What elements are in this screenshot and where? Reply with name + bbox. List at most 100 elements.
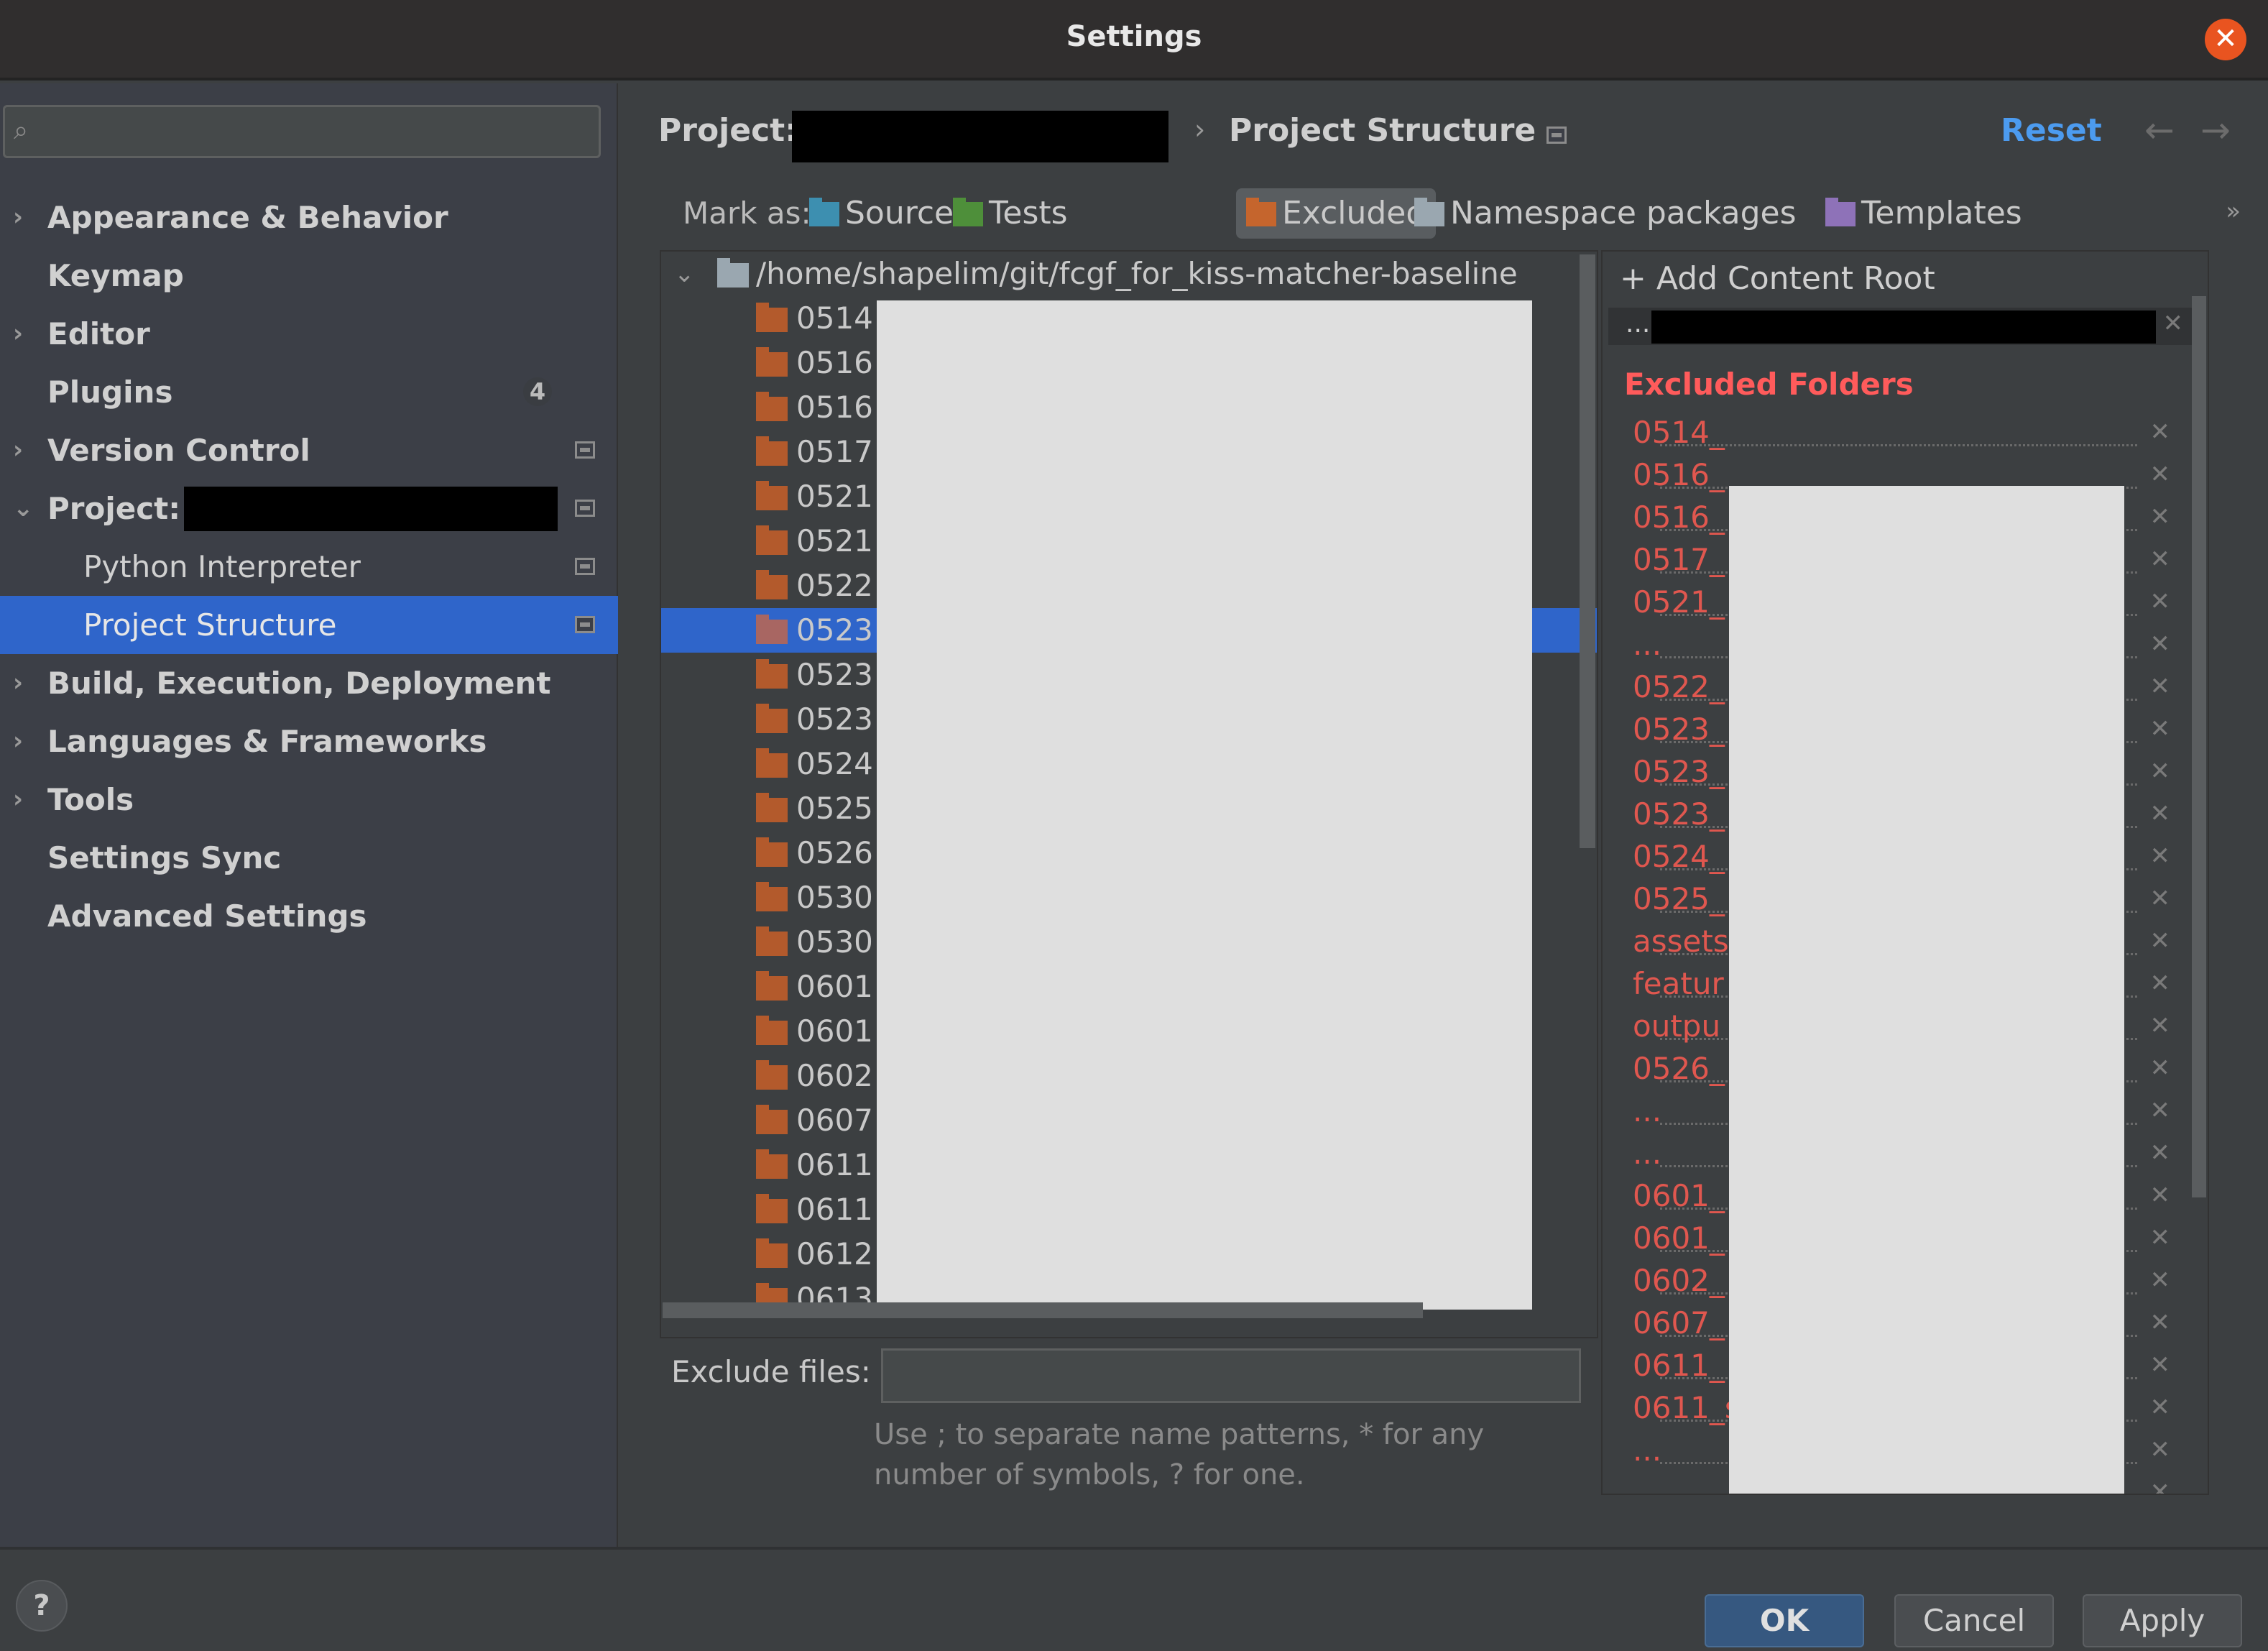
tree-folder-name: 0611: [796, 1192, 873, 1227]
sidebar-item-version-control[interactable]: › Version Control: [0, 421, 618, 479]
project-scope-icon: [575, 500, 595, 517]
tree-root-row[interactable]: ⌄ /home/shapelim/git/fcgf_for_kiss-match…: [661, 252, 1597, 296]
sidebar-item-label: Languages & Frameworks: [47, 724, 487, 759]
ok-button[interactable]: OK: [1705, 1594, 1864, 1647]
overflow-chevron-icon[interactable]: »: [2226, 197, 2241, 226]
apply-button[interactable]: Apply: [2083, 1594, 2242, 1647]
tree-folder-name: 0530: [796, 924, 873, 960]
remove-excluded-icon[interactable]: ✕: [2150, 454, 2171, 496]
remove-excluded-icon[interactable]: ✕: [2150, 793, 2171, 835]
remove-excluded-icon[interactable]: ✕: [2150, 1259, 2171, 1302]
remove-excluded-icon[interactable]: ✕: [2150, 1344, 2171, 1386]
excluded-folder-name: 0525_: [1633, 881, 1725, 916]
excluded-folder-icon: [756, 525, 788, 555]
remove-excluded-icon[interactable]: ✕: [2150, 1302, 2171, 1344]
chevron-right-icon[interactable]: ›: [13, 305, 23, 363]
mark-as-tests-button[interactable]: Tests: [943, 188, 1078, 239]
chevron-right-icon[interactable]: ›: [13, 712, 23, 771]
search-input[interactable]: ⌕: [3, 105, 601, 158]
sidebar-item-editor[interactable]: › Editor: [0, 305, 618, 363]
remove-excluded-icon[interactable]: ✕: [2150, 623, 2171, 666]
tree-horizontal-scrollbar[interactable]: [663, 1302, 1423, 1318]
dialog-footer: ? OK Cancel Apply: [0, 1547, 2268, 1651]
remove-excluded-icon[interactable]: ✕: [2150, 962, 2171, 1005]
sidebar-item-tools[interactable]: › Tools: [0, 771, 618, 829]
cancel-button[interactable]: Cancel: [1894, 1594, 2054, 1647]
sidebar-item-python-interpreter[interactable]: Python Interpreter: [0, 538, 618, 596]
chevron-right-icon[interactable]: ›: [13, 421, 23, 479]
add-content-root-button[interactable]: + Add Content Root: [1620, 260, 1935, 297]
remove-excluded-icon[interactable]: ✕: [2150, 1005, 2171, 1047]
remove-excluded-icon[interactable]: ✕: [2150, 835, 2171, 878]
sidebar-item-settings-sync[interactable]: Settings Sync: [0, 829, 618, 887]
remove-excluded-icon[interactable]: ✕: [2150, 708, 2171, 750]
chevron-right-icon[interactable]: ›: [13, 771, 23, 829]
excluded-folder-icon: [756, 837, 788, 867]
sidebar-item-label: Version Control: [47, 433, 310, 468]
sidebar-item-build-execution-deployment[interactable]: › Build, Execution, Deployment: [0, 654, 618, 712]
remove-content-root-icon[interactable]: ✕: [2163, 309, 2184, 338]
remove-excluded-icon[interactable]: ✕: [2150, 878, 2171, 920]
sidebar-item-advanced-settings[interactable]: Advanced Settings: [0, 887, 618, 945]
remove-excluded-icon[interactable]: ✕: [2150, 1386, 2171, 1429]
tree-folder-name: 0525: [796, 791, 873, 826]
content-roots-scrollbar[interactable]: [2192, 296, 2206, 1197]
folder-tree[interactable]: ⌄ /home/shapelim/git/fcgf_for_kiss-match…: [660, 250, 1598, 1338]
back-arrow-icon[interactable]: ←: [2144, 109, 2175, 151]
chevron-right-icon[interactable]: ›: [13, 188, 23, 247]
remove-excluded-icon[interactable]: ✕: [2150, 1090, 2171, 1132]
updates-count-badge: 4: [523, 377, 552, 406]
chevron-down-icon[interactable]: ⌄: [13, 479, 34, 538]
remove-excluded-icon[interactable]: ✕: [2150, 538, 2171, 581]
mark-as-templates-button[interactable]: Templates: [1815, 188, 2032, 239]
remove-excluded-icon[interactable]: ✕: [2150, 666, 2171, 708]
sidebar-item-project-structure[interactable]: Project Structure: [0, 596, 618, 654]
chevron-down-icon[interactable]: ⌄: [674, 252, 695, 296]
remove-excluded-icon[interactable]: ✕: [2150, 496, 2171, 538]
sidebar-item-languages-frameworks[interactable]: › Languages & Frameworks: [0, 712, 618, 771]
sidebar-item-project[interactable]: ⌄ Project:: [0, 479, 618, 538]
tree-vertical-scrollbar[interactable]: [1580, 254, 1595, 848]
remove-excluded-icon[interactable]: ✕: [2150, 1132, 2171, 1174]
help-button[interactable]: ?: [16, 1580, 68, 1632]
excluded-folder-icon: [756, 971, 788, 1001]
remove-excluded-icon[interactable]: ✕: [2150, 920, 2171, 962]
remove-excluded-icon[interactable]: ✕: [2150, 1471, 2171, 1494]
folder-icon: [1246, 198, 1276, 226]
remove-excluded-icon[interactable]: ✕: [2150, 1047, 2171, 1090]
breadcrumb-project[interactable]: Project:: [658, 112, 798, 149]
mark-as-button-label: Tests: [989, 195, 1068, 231]
window-title: Settings: [1066, 20, 1202, 53]
chevron-right-icon[interactable]: ›: [13, 654, 23, 712]
excluded-folder-name: 0521_: [1633, 584, 1725, 620]
tree-folder-name: 0611: [796, 1147, 873, 1182]
mark-as-label: Mark as:: [683, 196, 811, 231]
excluded-folder-icon: [756, 392, 788, 421]
remove-excluded-icon[interactable]: ✕: [2150, 1174, 2171, 1217]
sidebar-item-label: Appearance & Behavior: [47, 200, 448, 235]
excluded-folder-name: ...: [1633, 1432, 1662, 1468]
excluded-folder-icon: [756, 659, 788, 689]
forward-arrow-icon[interactable]: →: [2200, 109, 2231, 151]
exclude-files-input[interactable]: [881, 1348, 1581, 1403]
remove-excluded-icon[interactable]: ✕: [2150, 1217, 2171, 1259]
close-icon[interactable]: ✕: [2205, 19, 2246, 60]
remove-excluded-icon[interactable]: ✕: [2150, 581, 2171, 623]
redacted-folder-names: [877, 300, 1532, 1310]
excluded-folder-icon: [756, 1105, 788, 1134]
remove-excluded-icon[interactable]: ✕: [2150, 750, 2171, 793]
remove-excluded-icon[interactable]: ✕: [2150, 1429, 2171, 1471]
excluded-folder-name: outpu: [1633, 1008, 1721, 1044]
excluded-folder-row[interactable]: 0514_ ✕: [1603, 411, 2192, 454]
mark-as-namespace-packages-button[interactable]: Namespace packages: [1404, 188, 1807, 239]
project-scope-icon: [1546, 127, 1567, 144]
sidebar-item-plugins[interactable]: Plugins 4: [0, 363, 618, 421]
content-root-entry[interactable]: ... ✕: [1608, 308, 2196, 345]
reset-link[interactable]: Reset: [2001, 112, 2102, 149]
sidebar-item-appearance-behavior[interactable]: › Appearance & Behavior: [0, 188, 618, 247]
remove-excluded-icon[interactable]: ✕: [2150, 411, 2171, 454]
exclude-files-hint: Use ; to separate name patterns, * for a…: [874, 1418, 1485, 1491]
excluded-folder-icon: [756, 436, 788, 466]
sidebar-item-keymap[interactable]: Keymap: [0, 247, 618, 305]
settings-tree: › Appearance & Behavior Keymap › Editor Plugi…: [0, 188, 618, 945]
